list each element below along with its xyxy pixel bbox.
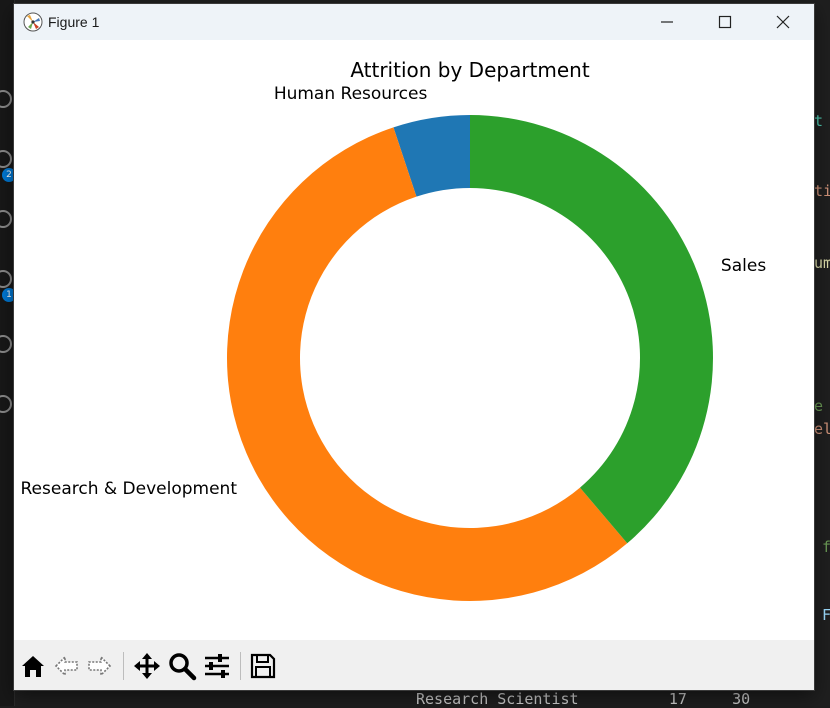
title-bar: Figure 1 [14,4,814,40]
forward-button[interactable] [83,650,115,682]
activity-bar: 2 1 [0,0,16,706]
code-fragment: ti [814,182,830,200]
save-icon [250,653,276,679]
home-button[interactable] [17,650,49,682]
close-icon [776,15,790,29]
testing-icon[interactable] [0,335,12,353]
code-fragment: F [822,606,830,624]
back-button[interactable] [51,650,83,682]
maximize-icon [718,15,732,29]
search-icon[interactable] [0,90,12,108]
navigation-toolbar [14,640,814,690]
chart-title: Attrition by Department [350,58,590,82]
run-debug-icon[interactable] [0,210,12,228]
configure-subplots-button[interactable] [201,650,233,682]
back-icon [54,655,78,677]
code-fragment: f [822,538,830,556]
figure-canvas[interactable]: Attrition by Department Human Resources R… [14,40,814,640]
figure-window: Figure 1 Attrition by Department Human R… [14,4,814,690]
close-button[interactable] [754,4,812,40]
forward-icon [88,655,112,677]
toolbar-separator [123,652,124,680]
terminal-output-line: Research Scientist 17 30 [416,690,751,708]
configure-icon [205,654,229,678]
minimize-button[interactable] [638,4,696,40]
extensions-icon[interactable] [0,270,12,288]
source-control-icon[interactable] [0,150,12,168]
donut-chart: Attrition by Department Human Resources R… [21,58,766,601]
minimize-icon [661,21,673,23]
toolbar-separator [240,652,241,680]
zoom-button[interactable] [166,650,198,682]
code-fragment: um [814,254,830,272]
github-icon[interactable] [0,395,12,413]
pan-button[interactable] [131,650,163,682]
donut-slice-sales [470,115,713,544]
code-fragment: e [814,397,824,415]
save-button[interactable] [247,650,279,682]
slice-label: Sales [721,256,766,276]
code-fragment: el [814,420,830,438]
slice-label: Research & Development [21,479,238,499]
home-icon [22,656,44,677]
maximize-button[interactable] [696,4,754,40]
pan-icon [134,653,160,679]
code-fragment: t [814,112,824,130]
donut-slices [227,115,713,601]
window-title: Figure 1 [48,14,100,30]
editor-right-strip: t ti um e el f F [814,0,830,706]
zoom-icon [169,653,197,681]
slice-label: Human Resources [274,84,428,104]
matplotlib-app-icon [23,12,43,32]
